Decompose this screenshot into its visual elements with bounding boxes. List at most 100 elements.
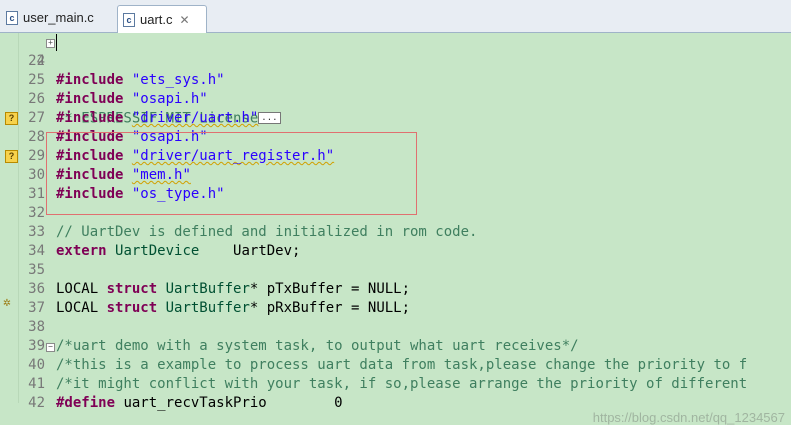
string-token: "osapi.h" (131, 129, 208, 145)
comment-token: /*this is a example to process uart data… (56, 357, 748, 373)
code-text: #include "osapi.h" (56, 90, 208, 109)
keyword-token: #define (56, 395, 116, 411)
code-line[interactable]: 32 (19, 204, 791, 223)
code-line[interactable]: 29 #include "driver/uart_register.h" (19, 147, 791, 166)
code-text: /*uart demo with a system task, to outpu… (56, 337, 579, 356)
line-number: 24 (28, 53, 45, 69)
line-number: 27 (28, 110, 45, 126)
code-line[interactable]: 28 #include "osapi.h" (19, 128, 791, 147)
watermark: https://blog.csdn.net/qq_1234567 (592, 410, 785, 425)
code-editor[interactable]: 2 + * ESPRESSIF MIT License... 24 25 #incl… (19, 33, 791, 425)
string-token: "ets_sys.h" (131, 72, 225, 88)
string-token: "driver/uart.h" (131, 110, 259, 126)
code-text: #include "os_type.h" (56, 185, 225, 204)
keyword-token: #include (56, 91, 124, 107)
code-text: #define uart_recvTaskPrio 0 (56, 394, 343, 413)
tab-label: user_main.c (23, 10, 94, 25)
annotation-ruler: ? ? ✲ (0, 33, 19, 403)
code-line[interactable]: 25 #include "ets_sys.h" (19, 71, 791, 90)
comment-token: /*it might conflict with your task, if s… (56, 376, 748, 392)
bug-marker-icon[interactable]: ✲ (3, 295, 11, 310)
code-line[interactable]: 41 /*it might conflict with your task, if… (19, 375, 791, 394)
keyword-token: #include (56, 186, 124, 202)
code-line[interactable]: 37 LOCAL struct UartBuffer* pRxBuffer = N… (19, 299, 791, 318)
string-token: "os_type.h" (131, 186, 225, 202)
comment-token: /*uart demo with a system task, to outpu… (56, 338, 579, 354)
type-token: UartBuffer (165, 300, 250, 316)
code-line[interactable]: 39−/*uart demo with a system task, to ou… (19, 337, 791, 356)
line-number: 32 (28, 205, 45, 221)
line-number: 30 (28, 167, 45, 183)
tab-user-main-c[interactable]: c user_main.c (6, 4, 94, 31)
expand-fold-icon[interactable]: + (46, 39, 55, 48)
code-text: #include "driver/uart.h" (56, 109, 258, 128)
warning-marker-icon[interactable]: ? (5, 150, 18, 163)
code-line[interactable]: 38 (19, 318, 791, 337)
close-tab-icon[interactable]: ✕ (180, 13, 190, 27)
keyword-token: #include (56, 148, 124, 164)
line-number: 31 (28, 186, 45, 202)
code-line[interactable]: 2 + * ESPRESSIF MIT License... (19, 33, 791, 127)
code-line[interactable]: 26 #include "osapi.h" (19, 90, 791, 109)
code-text: #include "mem.h" (56, 166, 191, 185)
editor-tab-bar: c user_main.c c uart.c ✕ (0, 0, 791, 33)
identifier-token: uart_recvTaskPrio 0 (115, 395, 343, 411)
keyword-token: #include (56, 129, 124, 145)
code-text: #include "osapi.h" (56, 128, 208, 147)
identifier-token: UartDev; (199, 243, 301, 259)
line-number: 36 (28, 281, 45, 297)
identifier-token: LOCAL (56, 281, 107, 297)
string-token: "mem.h" (131, 167, 191, 183)
line-number: 35 (28, 262, 45, 278)
code-text: // UartDev is defined and initialized in… (56, 223, 477, 242)
code-line[interactable]: 40 /*this is a example to process uart da… (19, 356, 791, 375)
c-file-icon: c (6, 10, 18, 25)
identifier-token: * pRxBuffer = NULL; (249, 300, 411, 316)
line-number: 29 (28, 148, 45, 164)
line-number: 42 (28, 395, 45, 411)
code-text: /*it might conflict with your task, if s… (56, 375, 747, 394)
line-number: 38 (28, 319, 45, 335)
comment-token: // UartDev is defined and initialized in… (56, 224, 478, 240)
type-token: UartDevice (115, 243, 200, 259)
line-number: 34 (28, 243, 45, 259)
text-cursor (56, 34, 57, 51)
line-number: 25 (28, 72, 45, 88)
string-token: "driver/uart_register.h" (131, 148, 335, 164)
keyword-token: #include (56, 72, 124, 88)
code-text: /*this is a example to process uart data… (56, 356, 747, 375)
code-text: #include "driver/uart_register.h" (56, 147, 334, 166)
tab-label: uart.c (140, 12, 173, 27)
line-number: 37 (28, 300, 45, 316)
line-number: 33 (28, 224, 45, 240)
code-line[interactable]: 27 #include "driver/uart.h" (19, 109, 791, 128)
line-number: 39 (28, 338, 45, 354)
code-line[interactable]: 30 #include "mem.h" (19, 166, 791, 185)
code-line[interactable]: 33 // UartDev is defined and initialized … (19, 223, 791, 242)
code-line[interactable]: 31 #include "os_type.h" (19, 185, 791, 204)
tab-uart-c[interactable]: c uart.c ✕ (117, 5, 207, 33)
type-token: UartBuffer (165, 281, 250, 297)
code-text: #include "ets_sys.h" (56, 71, 225, 90)
string-token: "osapi.h" (131, 91, 208, 107)
code-text: LOCAL struct UartBuffer* pRxBuffer = NUL… (56, 299, 410, 318)
line-number: 41 (28, 376, 45, 392)
collapse-fold-icon[interactable]: − (46, 343, 55, 352)
line-number: 26 (28, 91, 45, 107)
code-text: extern UartDevice UartDev; (56, 242, 300, 261)
code-line[interactable]: 36 LOCAL struct UartBuffer* pTxBuffer = N… (19, 280, 791, 299)
c-file-icon: c (123, 12, 135, 27)
warning-marker-icon[interactable]: ? (5, 112, 18, 125)
code-line[interactable]: 24 (19, 52, 791, 71)
keyword-token: #include (56, 110, 124, 126)
identifier-token: LOCAL (56, 300, 107, 316)
keyword-token: struct (106, 300, 158, 316)
code-line[interactable]: 35 (19, 261, 791, 280)
line-number: 28 (28, 129, 45, 145)
line-number: 40 (28, 357, 45, 373)
code-text: LOCAL struct UartBuffer* pTxBuffer = NUL… (56, 280, 410, 299)
code-line[interactable]: 34 extern UartDevice UartDev; (19, 242, 791, 261)
keyword-token: struct (106, 281, 158, 297)
identifier-token: * pTxBuffer = NULL; (249, 281, 411, 297)
keyword-token: #include (56, 167, 124, 183)
